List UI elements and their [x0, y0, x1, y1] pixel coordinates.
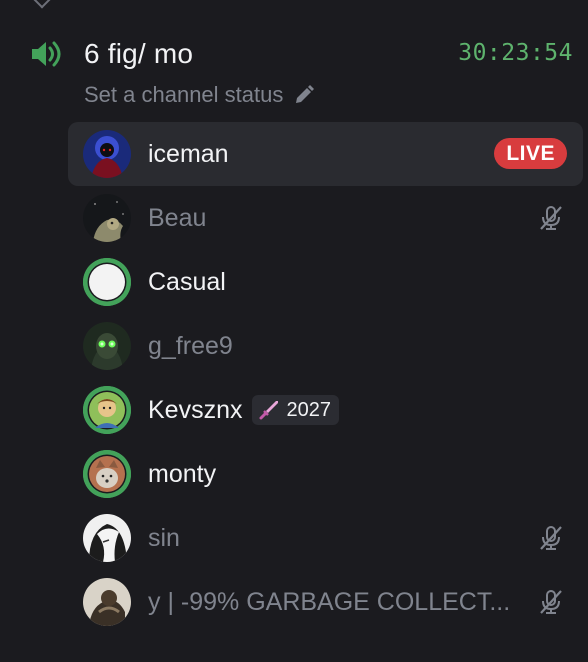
avatar — [83, 194, 131, 242]
event-badge[interactable]: 2027 — [252, 395, 339, 425]
voice-member-casual[interactable]: Casual — [68, 250, 583, 314]
member-name: iceman — [148, 139, 229, 168]
sword-icon — [259, 401, 279, 420]
avatar — [83, 514, 131, 562]
member-name: Casual — [148, 267, 226, 296]
voice-member-monty[interactable]: monty — [68, 442, 583, 506]
voice-member-y[interactable]: y | -99% GARBAGE COLLECT... — [68, 570, 583, 634]
avatar — [83, 258, 131, 306]
channel-status-button[interactable]: Set a channel status — [84, 80, 315, 110]
member-name: Beau — [148, 203, 207, 232]
mic-off-icon — [540, 590, 562, 614]
voice-member-iceman[interactable]: iceman LIVE — [68, 122, 583, 186]
avatar — [83, 578, 131, 626]
channel-status-placeholder: Set a channel status — [84, 82, 284, 107]
mic-off-icon — [540, 526, 562, 550]
badge-label: 2027 — [286, 398, 331, 421]
member-name: monty — [148, 459, 217, 488]
avatar — [83, 386, 131, 434]
channel-name: 6 fig/ mo — [84, 38, 194, 69]
mic-off-icon — [540, 206, 562, 230]
call-timer: 30:23:54 — [458, 40, 573, 66]
avatar — [83, 450, 131, 498]
voice-member-g-free9[interactable]: g_free9 — [68, 314, 583, 378]
voice-member-beau[interactable]: Beau — [68, 186, 583, 250]
member-name: g_free9 — [148, 331, 233, 360]
avatar — [83, 322, 131, 370]
voice-member-kevsznx[interactable]: Kevsznx 2027 — [68, 378, 583, 442]
avatar — [83, 130, 131, 178]
member-name: y | -99% GARBAGE COLLECT... — [148, 587, 511, 616]
chevron-icon[interactable] — [33, 0, 51, 9]
voice-channel-panel: 6 fig/ mo 30:23:54 Set a channel status — [0, 0, 588, 662]
member-name: Kevsznx — [148, 395, 243, 424]
pencil-icon — [296, 85, 315, 103]
speaker-icon — [28, 35, 66, 73]
voice-member-sin[interactable]: sin — [68, 506, 583, 570]
voice-member-list: iceman LIVE Beau Casual g_free9 Kevsznx … — [68, 122, 583, 634]
live-badge[interactable]: LIVE — [494, 138, 567, 169]
member-name: sin — [148, 523, 180, 552]
voice-channel-header[interactable]: 6 fig/ mo 30:23:54 — [28, 34, 573, 74]
